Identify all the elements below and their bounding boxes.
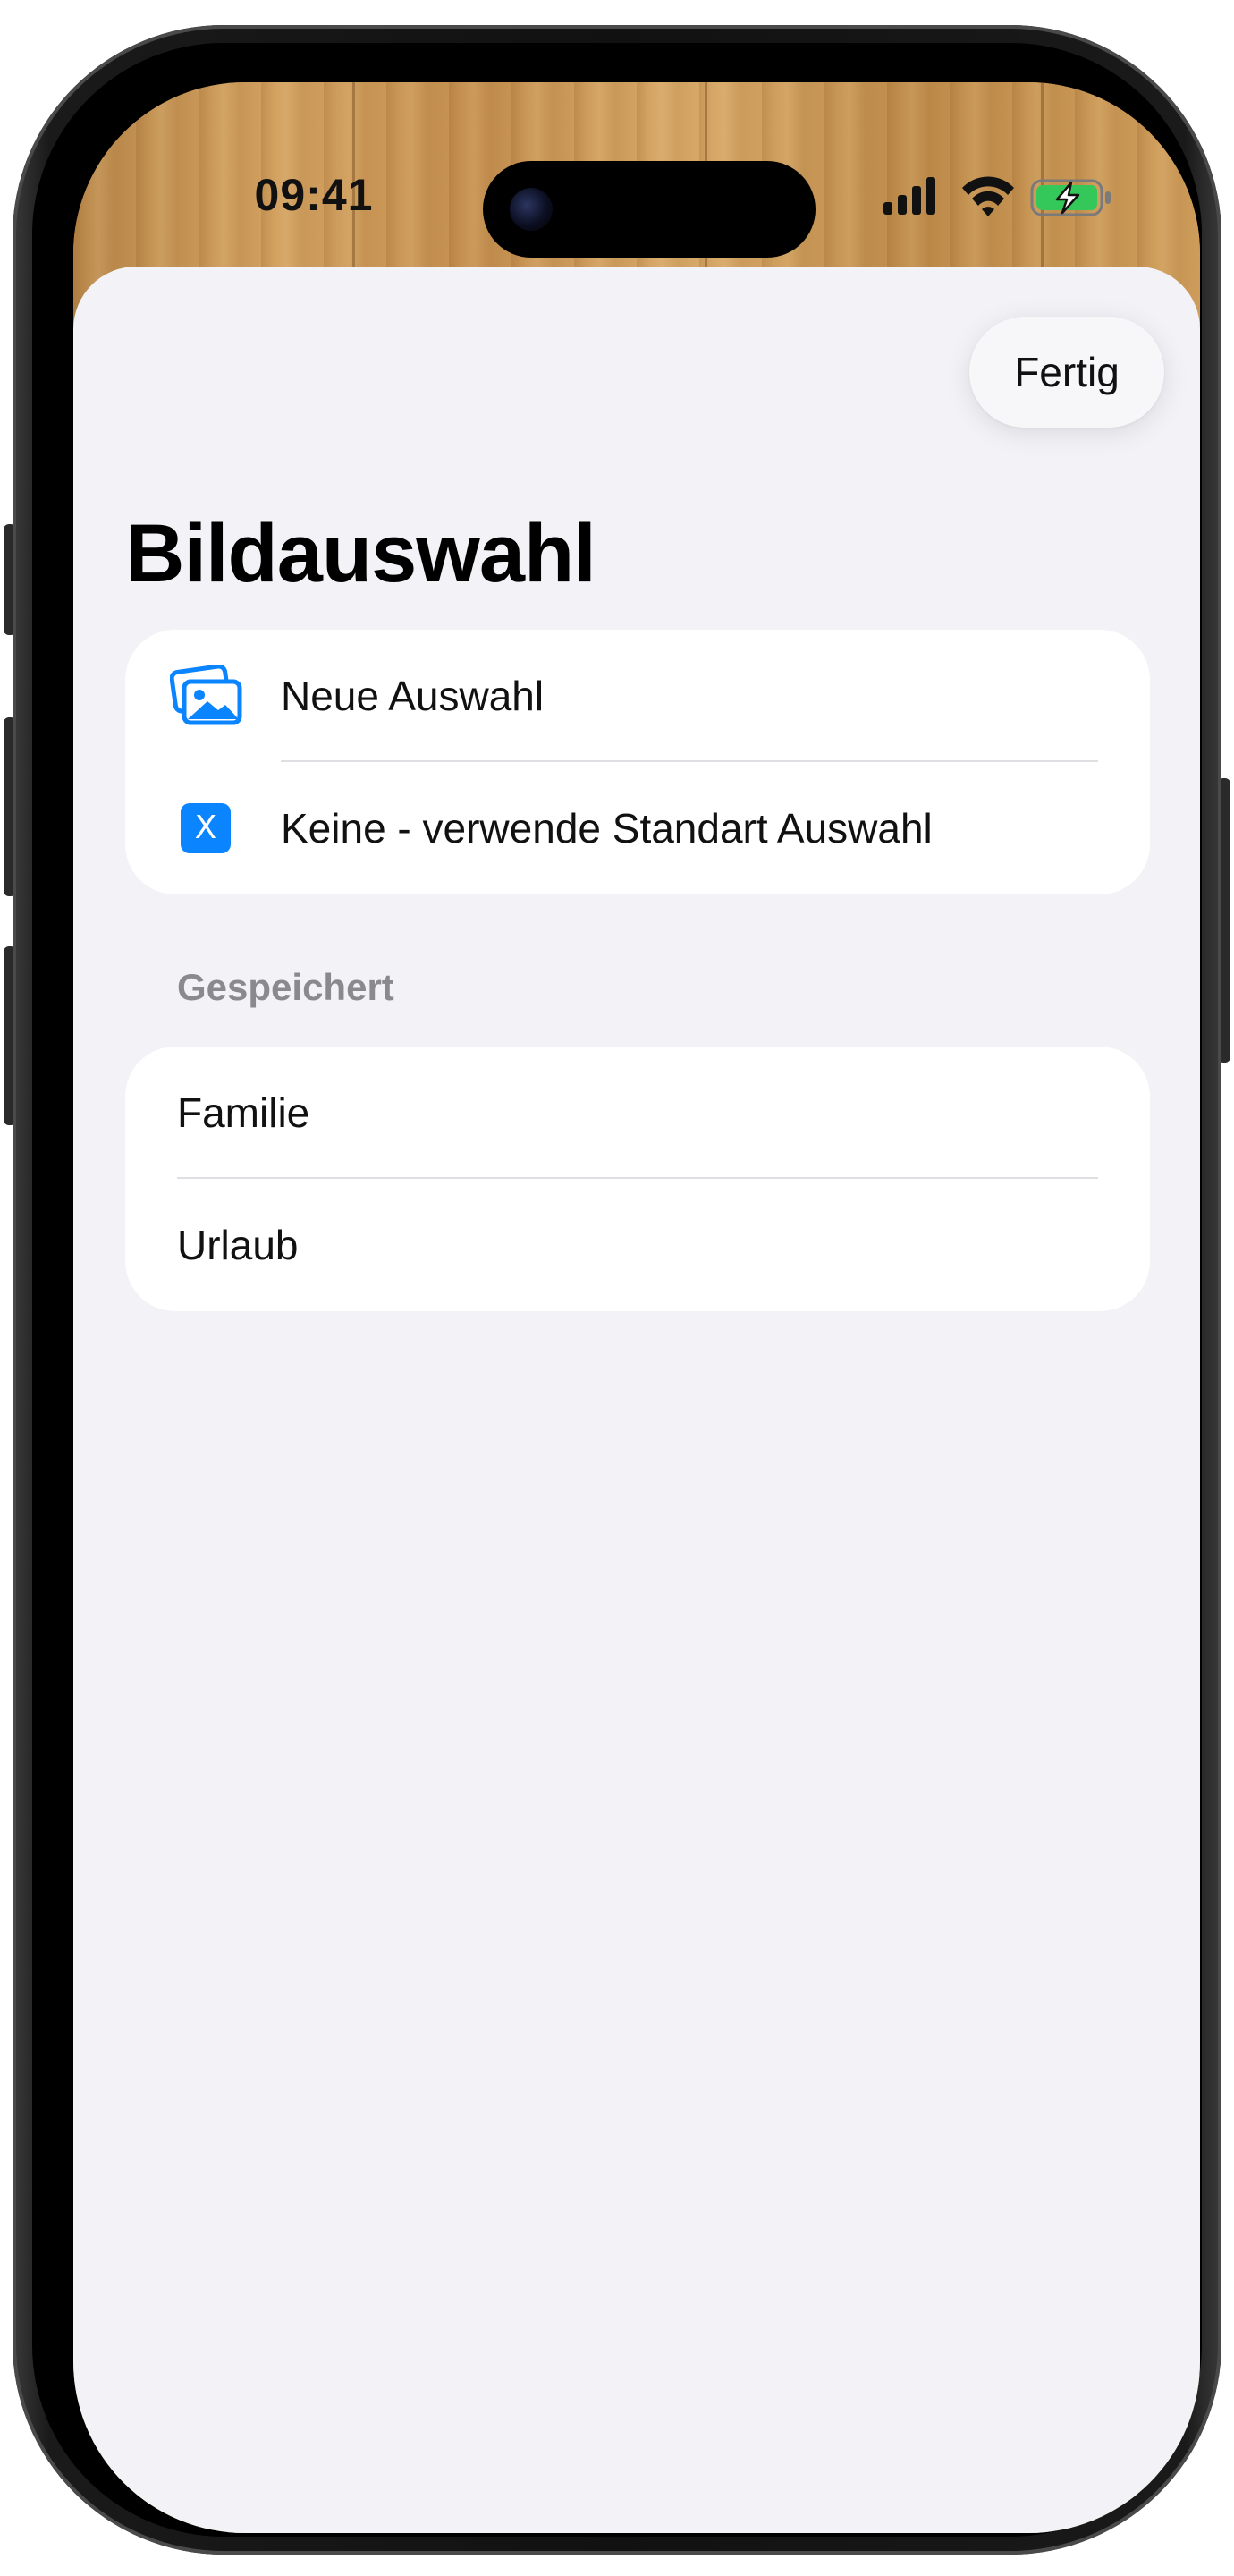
cellular-signal-icon [883,177,935,215]
saved-item-urlaub[interactable]: Urlaub [125,1179,1150,1311]
saved-item-label: Familie [177,1089,310,1136]
image-selection-sheet: Fertig Bildauswahl Neue Auswahl X Keine … [73,267,1200,2533]
x-square-icon: X [181,803,231,853]
status-icons-svg [883,176,1111,216]
battery-charging-icon [1030,179,1111,216]
phone-screen: 09:41 Fertig Bildauswahl Neue Auswahl X … [73,82,1200,2533]
front-camera-icon [510,188,553,231]
status-time: 09:41 [254,170,374,220]
saved-item-familie[interactable]: Familie [125,1046,1150,1179]
new-selection-row[interactable]: Neue Auswahl [125,630,1150,762]
photos-icon [169,664,243,726]
options-group: Neue Auswahl X Keine - verwende Standart… [125,630,1150,894]
phone-frame: 09:41 Fertig Bildauswahl Neue Auswahl X … [13,25,1221,2555]
phone-bezel: 09:41 Fertig Bildauswahl Neue Auswahl X … [32,43,1202,2537]
saved-section-header: Gespeichert [177,966,394,1008]
done-button[interactable]: Fertig [969,317,1164,428]
status-icons [883,172,1116,222]
page-title: Bildauswahl [125,508,596,599]
wifi-icon [962,176,1014,216]
saved-group: Familie Urlaub [125,1046,1150,1311]
dynamic-island [483,161,816,258]
no-selection-label: Keine - verwende Standart Auswahl [281,805,933,852]
new-selection-label: Neue Auswahl [281,673,545,719]
saved-item-label: Urlaub [177,1222,299,1268]
no-selection-row[interactable]: X Keine - verwende Standart Auswahl [125,762,1150,894]
